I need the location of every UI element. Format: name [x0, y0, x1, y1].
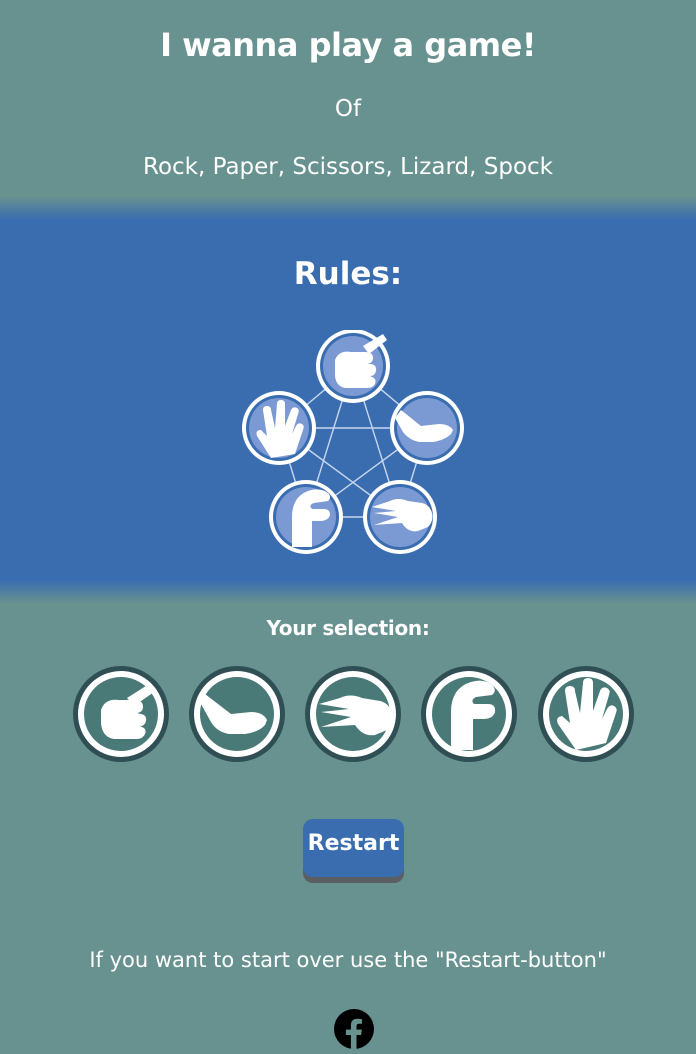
game-name: Rock, Paper, Scissors, Lizard, Spock: [143, 154, 553, 180]
page-title: I wanna play a game!: [160, 26, 536, 64]
page: I wanna play a game! Of Rock, Paper, Sci…: [0, 0, 696, 1054]
rules-diagram: [242, 330, 464, 554]
restart-hint: If you want to start over use the "Resta…: [89, 948, 607, 972]
header: I wanna play a game! Of Rock, Paper, Sci…: [0, 0, 696, 206]
facebook-icon[interactable]: [333, 1008, 375, 1050]
of-text: Of: [334, 96, 362, 122]
paper-hand-icon: [390, 391, 464, 465]
paper-choice-button[interactable]: [187, 664, 287, 764]
rock-choice-button[interactable]: [71, 664, 171, 764]
lizard-choice-button[interactable]: [419, 664, 519, 764]
rules-title: Rules:: [293, 256, 403, 292]
selection-label: Your selection:: [266, 616, 430, 640]
rock-hand-icon: [316, 330, 390, 403]
restart-button[interactable]: Restart: [303, 819, 404, 877]
scissors-choice-button[interactable]: [303, 664, 403, 764]
scissors-hand-icon: [363, 480, 437, 554]
lizard-hand-icon: [269, 480, 343, 554]
spock-choice-button[interactable]: [536, 664, 636, 764]
spock-hand-icon: [242, 391, 316, 465]
choice-buttons: [0, 664, 696, 766]
